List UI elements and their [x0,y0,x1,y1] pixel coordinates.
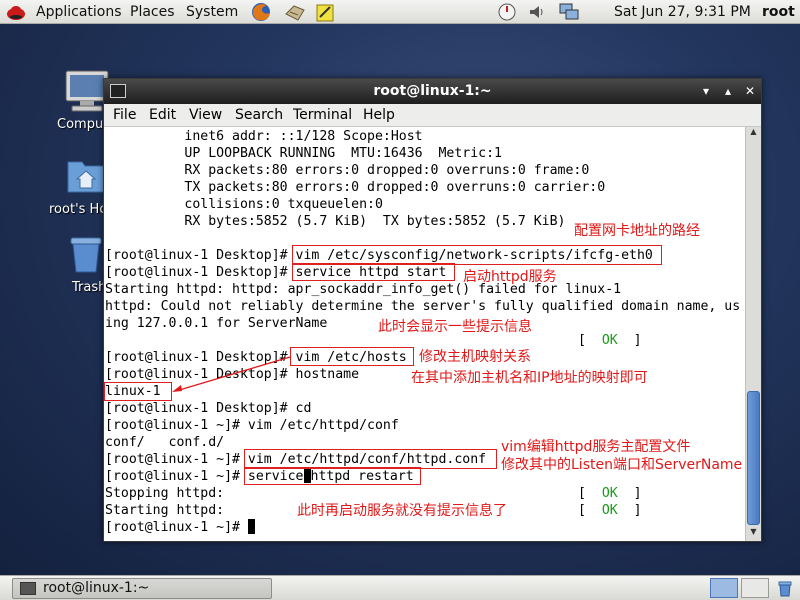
system-menu[interactable]: System [186,3,238,21]
taskbar-terminal-button[interactable]: root@linux-1:~ [12,578,272,599]
terminal-line: [root@linux-1 ~]# vim /etc/httpd/conf [105,418,399,433]
window-titlebar[interactable]: root@linux-1:~ ▾ ▴ ✕ [104,79,761,104]
ok-bracket: [ [578,503,602,518]
terminal-prompt: [root@linux-1 ~]# [105,519,255,536]
annotation-hosts-edit: 修改主机映射关系 [419,349,531,365]
terminal-icon [20,582,36,595]
menu-file[interactable]: File [113,107,136,123]
network-icon[interactable] [558,2,580,22]
highlight-vim-httpd-conf [244,449,497,469]
annotation-listen-port: 修改其中的Listen端口和ServerName [501,457,743,473]
places-menu[interactable]: Places [130,3,175,21]
user-menu[interactable]: root [762,3,795,21]
trash-icon[interactable] [776,579,794,597]
clock[interactable]: Sat Jun 27, 9:31 PM [614,3,751,21]
top-panel: Applications Places System Sat Jun 27, 9… [0,0,800,24]
highlight-hostname-output [104,382,172,401]
terminal-line: Stopping httpd: [105,486,225,501]
compass-icon[interactable] [496,2,518,22]
scrollbar-thumb[interactable] [747,391,760,525]
scroll-down-icon[interactable]: ▼ [746,527,761,541]
terminal-line: Starting httpd: [105,503,225,518]
home-folder-icon [67,161,105,193]
ok-bracket: [ [578,486,602,501]
window-title: root@linux-1:~ [373,83,492,99]
ok-bracket: ] [617,503,642,518]
notes-icon[interactable] [314,2,336,22]
ok-bracket: ] [617,333,642,348]
close-button[interactable]: ✕ [742,83,758,99]
workspace-1[interactable] [710,578,738,598]
terminal-line: ing 127.0.0.1 for ServerName [105,316,328,331]
annotation-ifcfg-path: 配置网卡地址的路经 [574,223,700,239]
ok-status: [ OK ] [578,485,642,502]
ok-bracket: ] [617,486,642,501]
annotation-start-httpd: 启动httpd服务 [463,269,557,285]
menu-search[interactable]: Search [235,107,283,123]
maximize-button[interactable]: ▴ [720,83,736,99]
highlight-ifcfg-command [292,245,662,265]
applications-menu[interactable]: Applications [36,3,122,21]
mail-icon[interactable] [284,2,306,22]
workspace-2[interactable] [741,578,769,598]
scrollbar[interactable]: ▲ ▼ [745,127,761,541]
terminal-line: collisions:0 txqueuelen:0 [105,197,383,212]
highlight-vim-hosts [290,347,414,366]
firefox-icon[interactable] [250,2,272,22]
menu-view[interactable]: View [189,107,222,123]
ok-word: OK [601,486,618,501]
menu-terminal[interactable]: Terminal [293,107,352,123]
ok-bracket: [ [578,333,602,348]
annotation-vim-conf: vim编辑httpd服务主配置文件 [501,439,691,455]
terminal-line: [root@linux-1 Desktop]# cd [105,401,312,416]
terminal-output[interactable]: inet6 addr: ::1/128 Scope:Host UP LOOPBA… [104,127,745,541]
terminal-window: root@linux-1:~ ▾ ▴ ✕ File Edit View Sear… [103,78,762,542]
annotation-no-hints: 此时再启动服务就没有提示信息了 [297,503,507,519]
redhat-icon[interactable] [6,3,26,21]
volume-icon[interactable] [526,2,548,22]
minimize-button[interactable]: ▾ [698,83,714,99]
highlight-service-restart [244,467,421,485]
ok-status: [ OK ] [578,332,642,349]
text-cursor [247,519,255,534]
prompt-text: [root@linux-1 ~]# [105,520,248,535]
terminal-line: httpd: Could not reliably determine the … [105,299,741,314]
taskbar-label: root@linux-1:~ [43,580,150,596]
scroll-up-icon[interactable]: ▲ [746,127,761,141]
terminal-line: conf/ conf.d/ [105,435,225,450]
terminal-line: [root@linux-1 Desktop]# hostname [105,367,360,382]
annotation-hints: 此时会显示一些提示信息 [378,319,532,335]
ok-word: OK [601,333,618,348]
trash-icon [70,237,102,273]
terminal-line: inet6 addr: ::1/128 Scope:Host [105,129,423,144]
annotation-hosts-add: 在其中添加主机名和IP地址的映射即可 [411,370,648,386]
menu-help[interactable]: Help [363,107,395,123]
terminal-line: TX packets:80 errors:0 dropped:0 overrun… [105,180,606,195]
terminal-line: RX packets:80 errors:0 dropped:0 overrun… [105,163,590,178]
bottom-panel: root@linux-1:~ [0,575,800,600]
terminal-line: UP LOOPBACK RUNNING MTU:16436 Metric:1 [105,146,502,161]
highlight-service-start [292,263,455,281]
ok-status: [ OK ] [578,502,642,519]
terminal-line: RX bytes:5852 (5.7 KiB) TX bytes:5852 (5… [105,214,566,229]
ok-word: OK [601,503,618,518]
menu-edit[interactable]: Edit [149,107,176,123]
menubar: File Edit View Search Terminal Help [104,104,761,127]
